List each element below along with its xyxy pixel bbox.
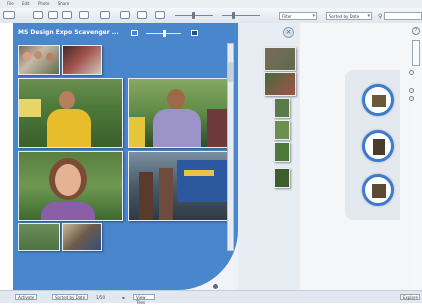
target-icon[interactable] [48, 11, 58, 19]
slideshow-icon[interactable] [155, 11, 165, 19]
stop-icon[interactable] [191, 30, 198, 36]
zoom-slider-thumb[interactable] [192, 12, 195, 19]
menu-bar: File Edit Photo Share [0, 0, 422, 8]
film-thumb-1[interactable] [264, 47, 296, 71]
radio-option-2[interactable] [409, 88, 414, 93]
folder-icon[interactable] [100, 11, 110, 19]
status-bar: Activate Sorted by Date 1/50 ▪ View Tile… [0, 290, 422, 305]
explore-button[interactable]: Explore [400, 294, 420, 300]
photo-scrollbar[interactable] [227, 43, 234, 251]
panel-title: MS Design Expo Scavenger ... [18, 29, 119, 36]
rotate-left-icon[interactable] [33, 11, 43, 19]
toolbar: Filter Sorted by Date ⚲ [0, 8, 422, 24]
filter-dropdown[interactable]: Filter [279, 12, 317, 20]
image-icon[interactable] [120, 11, 130, 19]
film-thumb-4[interactable] [274, 120, 290, 140]
activate-button[interactable]: Activate [15, 294, 37, 300]
circle-thumb-1[interactable] [362, 84, 394, 116]
photo-people[interactable] [62, 45, 102, 75]
photos-icon[interactable] [137, 11, 147, 19]
help-icon[interactable]: ? [412, 27, 420, 35]
monitor-icon[interactable] [3, 11, 15, 19]
film-thumb-5[interactable] [274, 142, 290, 162]
view-tiles-button[interactable]: View Tiles [133, 294, 155, 305]
radio-option-3[interactable] [409, 96, 414, 101]
film-thumb-3[interactable] [274, 98, 290, 118]
photo-group[interactable] [18, 45, 60, 75]
size-slider-thumb[interactable] [232, 12, 235, 19]
right-vertical-slider[interactable] [412, 40, 420, 66]
status-sort-dropdown[interactable]: Sorted by Date [52, 294, 88, 300]
circle-thumb-2[interactable] [362, 130, 394, 162]
menu-edit[interactable]: Edit [22, 0, 30, 8]
photo-count: 1/50 [96, 295, 105, 300]
rotate-right-icon[interactable] [62, 11, 72, 19]
photo-man-smiling[interactable] [18, 78, 123, 148]
frame-icon[interactable] [79, 11, 89, 19]
photo-man-purple-shirt[interactable] [128, 78, 228, 148]
photo-panel: MS Design Expo Scavenger ... [13, 23, 238, 290]
expand-icon[interactable] [212, 283, 219, 290]
grid-view-icon[interactable] [131, 30, 138, 36]
menu-photo[interactable]: Photo [38, 0, 49, 8]
photo-woman-glasses[interactable] [18, 151, 123, 221]
film-thumb-6[interactable] [274, 168, 290, 188]
photo-bus-group[interactable] [128, 151, 228, 221]
size-slider[interactable] [222, 15, 260, 16]
view-icon[interactable]: ▪ [122, 295, 125, 300]
scrollbar-thumb[interactable] [228, 62, 233, 82]
close-icon[interactable]: × [283, 27, 294, 38]
sort-dropdown[interactable]: Sorted by Date [326, 12, 372, 20]
menu-file[interactable]: File [7, 0, 14, 8]
panel-zoom-thumb[interactable] [163, 30, 166, 37]
search-icon[interactable]: ⚲ [378, 13, 382, 20]
radio-option-1[interactable] [409, 70, 414, 75]
menu-share[interactable]: Share [58, 0, 70, 8]
film-thumb-2[interactable] [264, 72, 296, 96]
search-input[interactable] [384, 12, 422, 20]
photo-small-1[interactable] [18, 223, 60, 251]
photo-small-2[interactable] [62, 223, 102, 251]
circle-thumb-3[interactable] [362, 174, 394, 206]
